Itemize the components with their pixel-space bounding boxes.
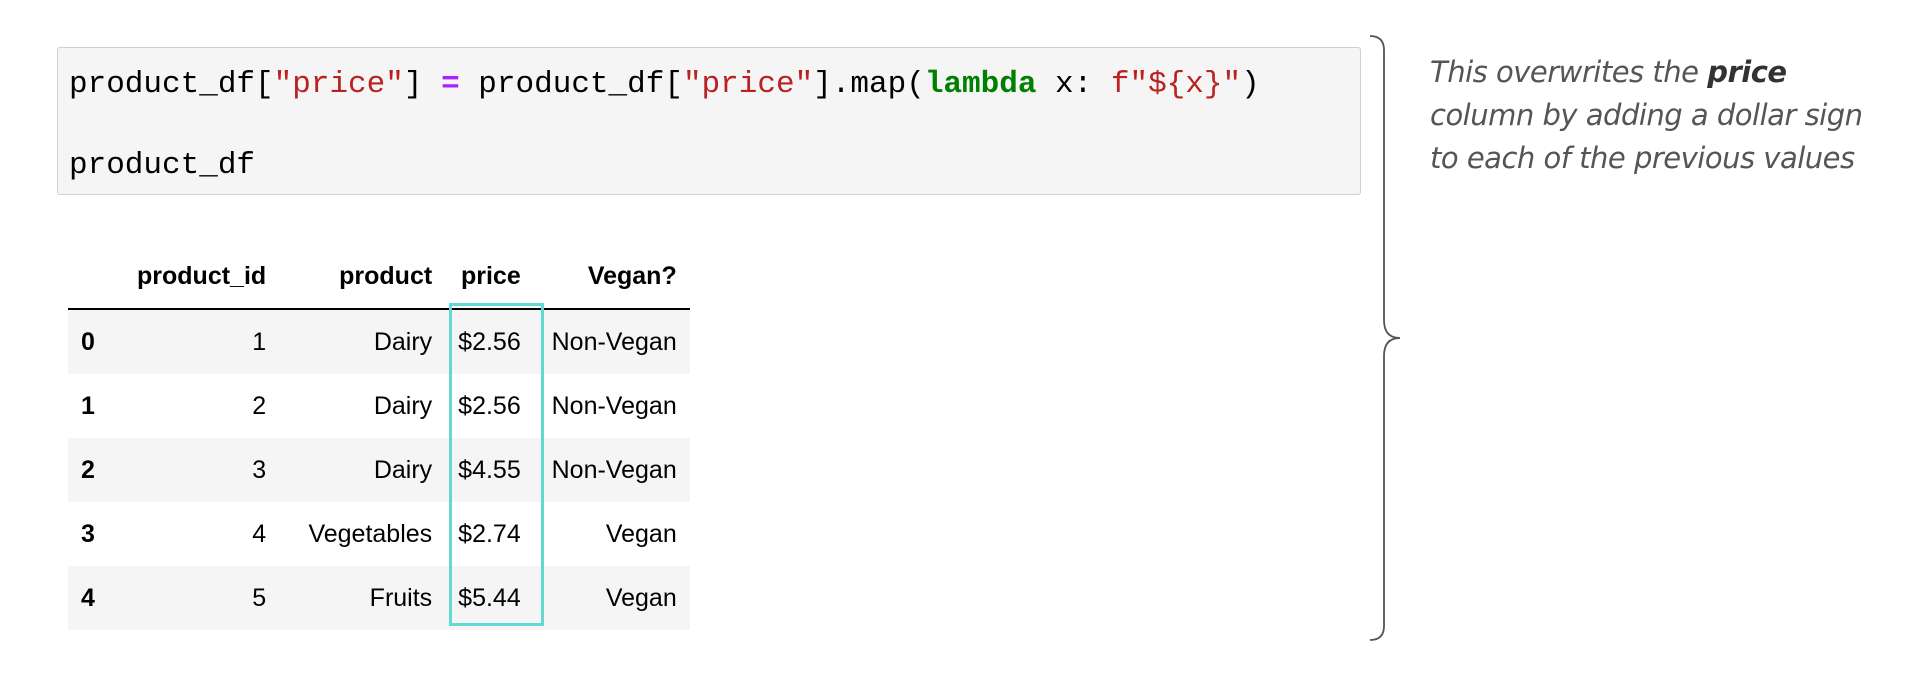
cell-price: $5.44 — [458, 583, 521, 612]
cell-product-id: 1 — [252, 327, 267, 356]
column-header-vegan: Vegan? — [533, 244, 690, 310]
row-index: 4 — [81, 583, 95, 612]
cell-product-id: 2 — [252, 391, 267, 420]
code-token: product_df[ — [69, 67, 274, 102]
code-cell[interactable]: product_df["price"] = product_df["price"… — [57, 47, 1361, 195]
code-line-1: product_df["price"] = product_df["price"… — [69, 67, 1260, 102]
cell-price: $4.55 — [458, 455, 521, 484]
row-index: 3 — [81, 519, 95, 548]
table-row: 3 4 Vegetables $2.74 Vegan — [68, 502, 690, 566]
cell-vegan: Non-Vegan — [551, 391, 677, 420]
table-row: 1 2 Dairy $2.56 Non-Vegan — [68, 374, 690, 438]
cell-vegan: Vegan — [605, 583, 677, 612]
cell-price: $2.56 — [458, 327, 521, 356]
code-token: ] — [403, 67, 442, 102]
cell-vegan: Vegan — [605, 519, 677, 548]
annotation-text: column by adding a dollar sign to each o… — [1430, 98, 1863, 175]
cell-product-id: 3 — [252, 455, 267, 484]
cell-product: Dairy — [373, 391, 433, 420]
row-index: 1 — [81, 391, 95, 420]
cell-vegan: Non-Vegan — [551, 327, 677, 356]
code-fstring: f"${x}" — [1110, 67, 1242, 102]
code-token: x: — [1036, 67, 1111, 102]
cell-product: Vegetables — [308, 519, 433, 548]
table-row: 0 1 Dairy $2.56 Non-Vegan — [68, 309, 690, 374]
cell-product: Dairy — [373, 455, 433, 484]
code-operator: = — [441, 67, 460, 102]
cell-price: $2.74 — [458, 519, 521, 548]
annotation-note: This overwrites the price column by addi… — [1430, 51, 1890, 180]
code-keyword: lambda — [924, 67, 1037, 102]
cell-product: Dairy — [373, 327, 433, 356]
row-index: 2 — [81, 455, 95, 484]
column-header-product-id: product_id — [124, 244, 280, 310]
curly-brace-icon — [1369, 35, 1401, 641]
code-token: ) — [1241, 67, 1260, 102]
cell-product-id: 4 — [252, 519, 267, 548]
dataframe-output-table: product_id product price Vegan? 0 1 Dair… — [68, 244, 690, 630]
index-header — [68, 244, 124, 310]
table-row: 2 3 Dairy $4.55 Non-Vegan — [68, 438, 690, 502]
code-string: "price" — [682, 67, 814, 102]
code-line-2: product_df — [69, 148, 256, 183]
row-index: 0 — [81, 327, 95, 356]
column-header-product: product — [279, 244, 446, 310]
table-header-row: product_id product price Vegan? — [68, 244, 690, 310]
code-token: product_df[ — [459, 67, 683, 102]
cell-vegan: Non-Vegan — [551, 455, 677, 484]
cell-product: Fruits — [369, 583, 433, 612]
cell-product-id: 5 — [252, 583, 267, 612]
code-token: ].map( — [813, 67, 925, 102]
annotation-text: This overwrites the — [1430, 55, 1708, 89]
table-row: 4 5 Fruits $5.44 Vegan — [68, 566, 690, 630]
code-string: "price" — [273, 67, 404, 102]
cell-price: $2.56 — [458, 391, 521, 420]
annotation-bold-term: price — [1707, 55, 1787, 89]
column-header-price: price — [445, 244, 534, 310]
